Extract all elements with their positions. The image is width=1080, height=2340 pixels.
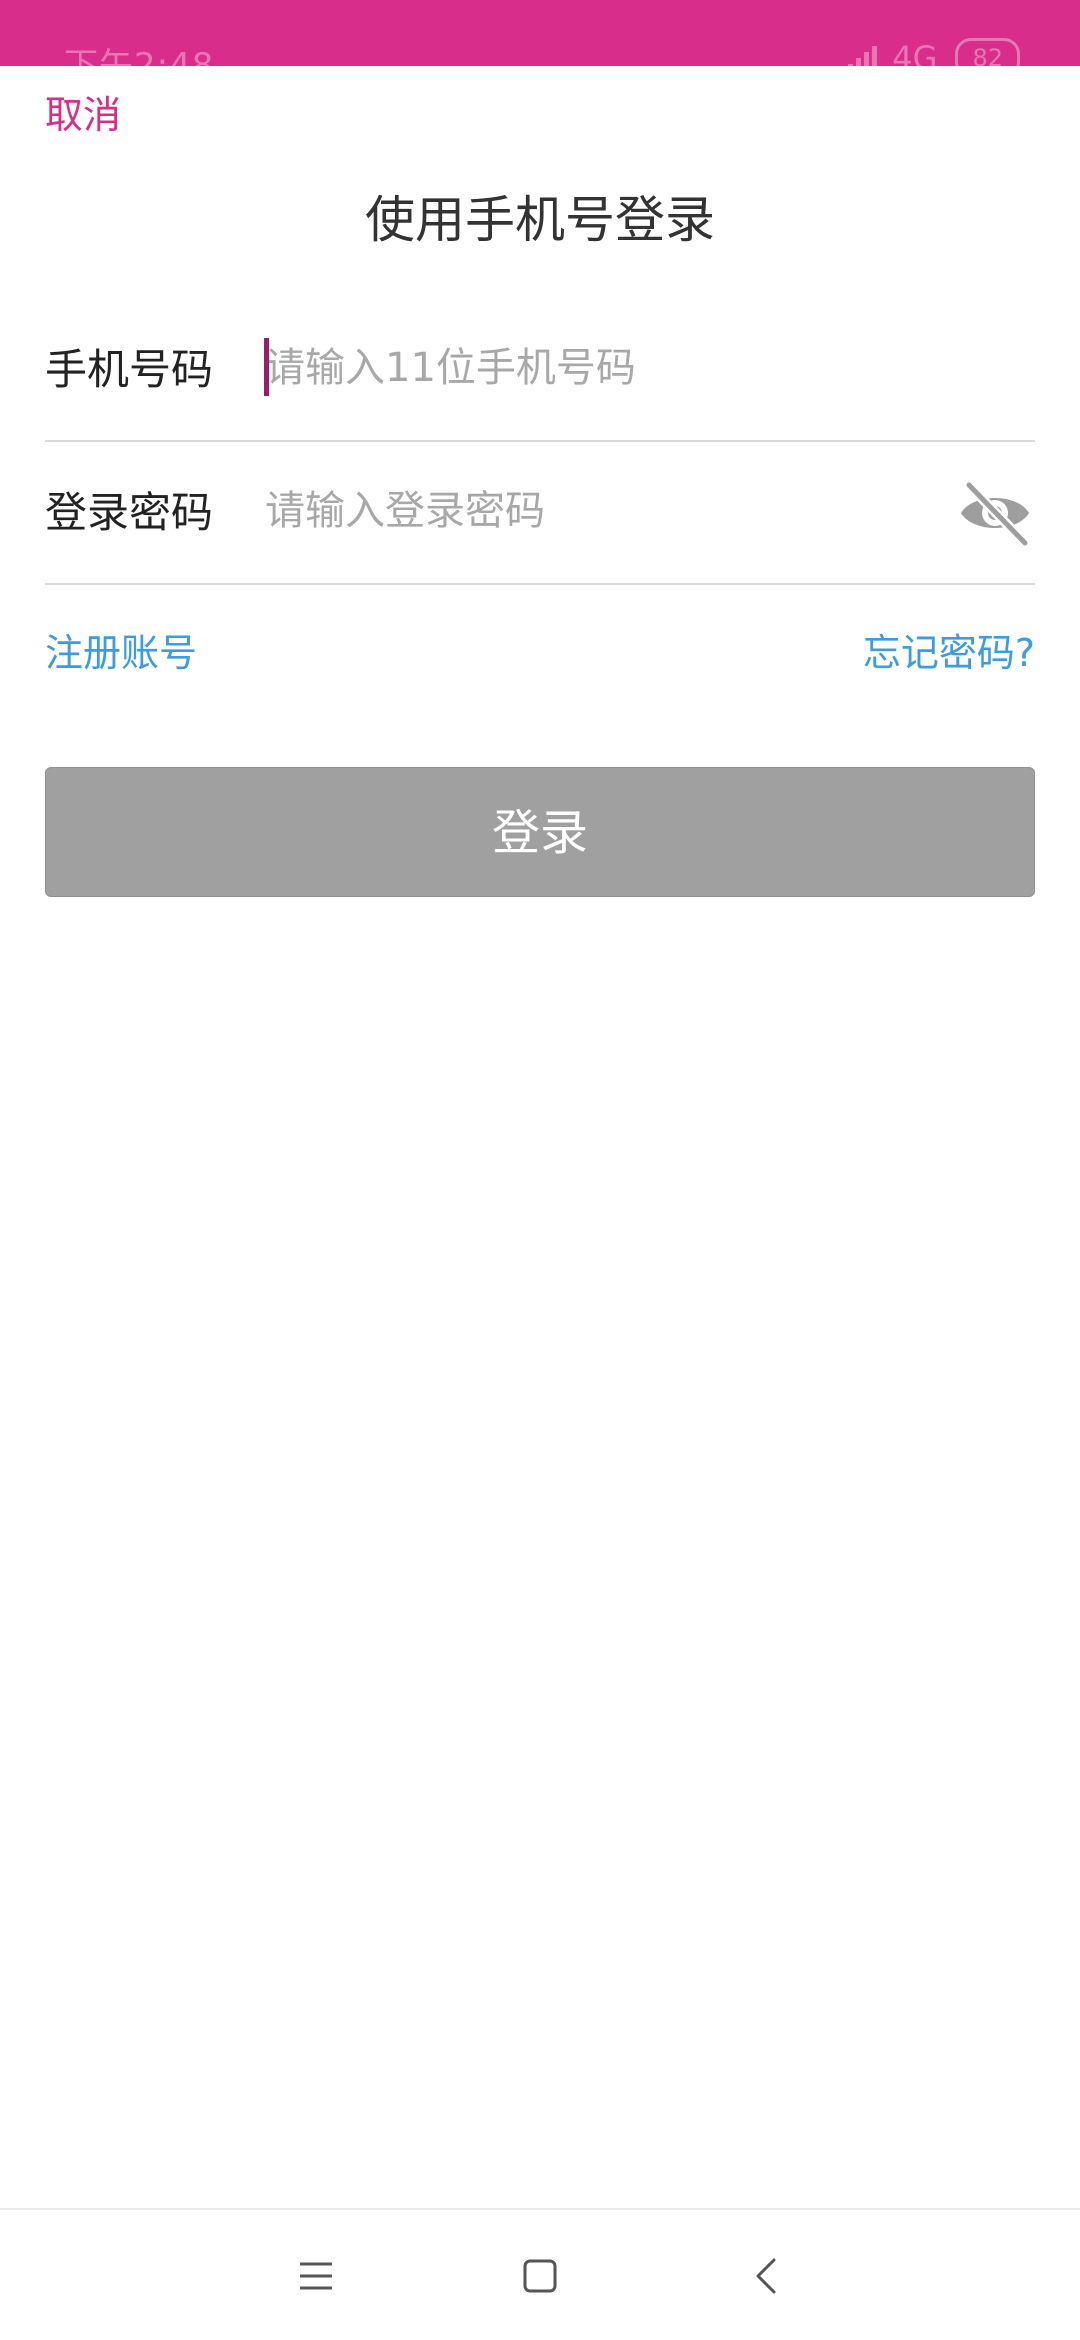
forgot-password-link[interactable]: 忘记密码? xyxy=(863,628,1035,678)
login-screen: 下午2:48 4G 82 取消 使用手机号登录 手机号码 登录密码 xyxy=(0,0,1080,2340)
register-link[interactable]: 注册账号 xyxy=(45,628,197,678)
password-input[interactable] xyxy=(265,479,965,543)
page-title: 使用手机号登录 xyxy=(365,191,715,249)
cancel-button[interactable]: 取消 xyxy=(45,90,121,140)
login-button[interactable]: 登录 xyxy=(45,767,1035,897)
phone-row: 手机号码 xyxy=(45,300,1035,442)
home-square-icon[interactable] xyxy=(504,2240,576,2312)
phone-label: 手机号码 xyxy=(45,345,214,394)
back-chevron-icon[interactable] xyxy=(730,2240,802,2312)
phone-input[interactable] xyxy=(265,336,965,400)
eye-off-icon[interactable] xyxy=(955,477,1035,549)
status-bar: 下午2:48 4G 82 xyxy=(0,0,1080,66)
network-type: 4G xyxy=(892,39,938,66)
password-label: 登录密码 xyxy=(45,488,214,537)
menu-icon[interactable] xyxy=(280,2240,352,2312)
signal-icon xyxy=(848,46,878,66)
text-cursor xyxy=(264,338,269,396)
status-indicators: 4G 82 xyxy=(846,38,1020,66)
battery-level: 82 xyxy=(955,38,1020,66)
status-time: 下午2:48 xyxy=(64,46,215,66)
system-nav-bar xyxy=(0,2208,1080,2340)
password-row: 登录密码 xyxy=(45,443,1035,585)
